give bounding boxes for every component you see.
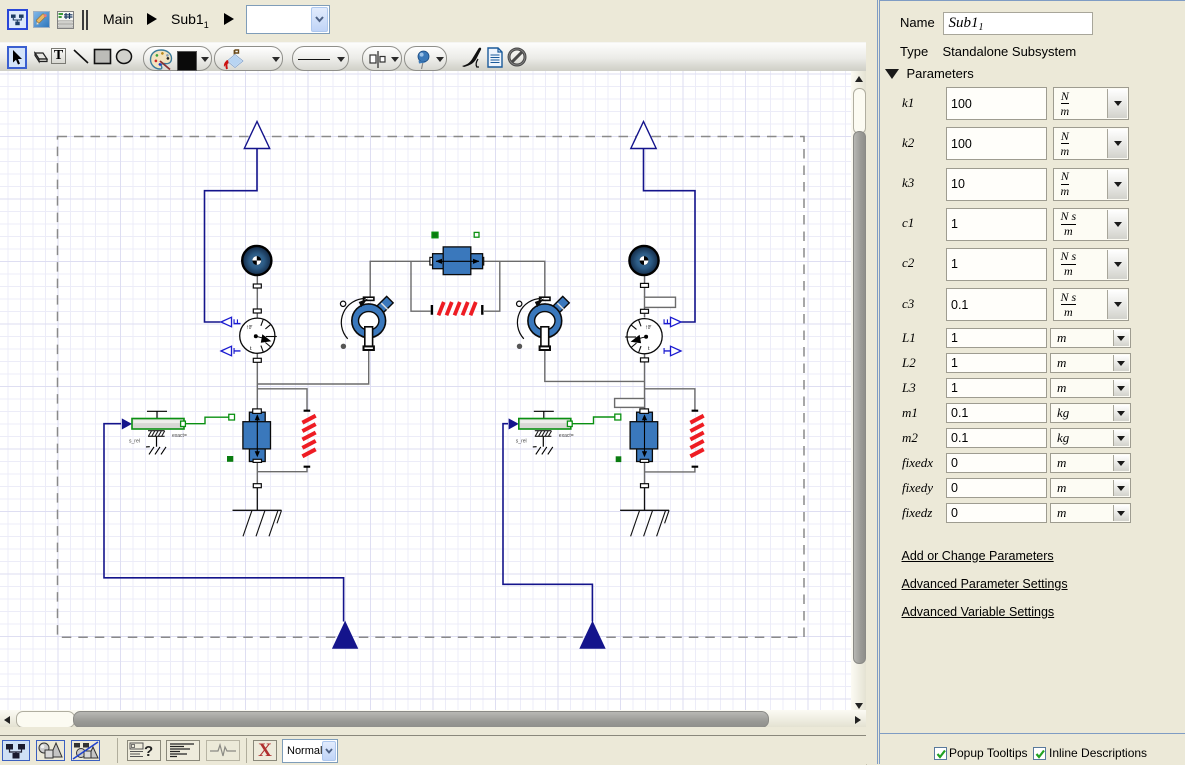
- svg-text:↑F: ↑F: [645, 325, 652, 331]
- svg-text:T: T: [233, 348, 244, 354]
- svg-text:T: T: [663, 348, 674, 354]
- svg-text:F: F: [663, 319, 674, 325]
- svg-text:F: F: [233, 319, 244, 325]
- svg-text:↑F: ↑F: [246, 325, 253, 331]
- svg-text:?: ?: [144, 743, 153, 760]
